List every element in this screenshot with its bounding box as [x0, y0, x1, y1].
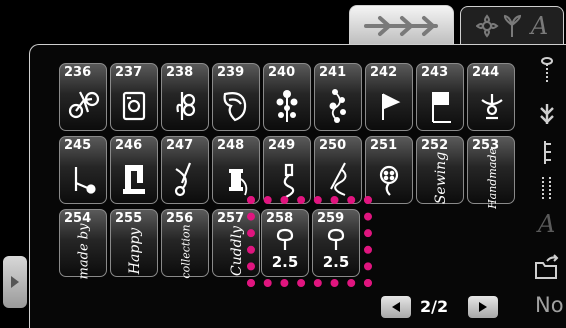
stitch-key-251[interactable]: 251	[365, 136, 413, 204]
script-text: Sewing	[433, 151, 450, 205]
arrow-stitch-icon[interactable]	[535, 100, 559, 128]
selection-highlight	[247, 196, 372, 287]
stitch-key-255[interactable]: 255 Happy	[110, 209, 158, 277]
stitch-key-236[interactable]: 236	[59, 63, 107, 131]
tab-stitch-patterns[interactable]	[349, 5, 454, 46]
stitch-number: 249	[268, 138, 296, 153]
sewing-machine-icon	[123, 165, 145, 194]
stitch-number: 246	[115, 138, 143, 153]
flag-icon	[432, 92, 451, 123]
tab-letter-label: A	[530, 12, 549, 40]
stitch-key-250[interactable]: 250	[314, 136, 362, 204]
no-label[interactable]: No	[535, 293, 564, 317]
dotted-stitch-icon[interactable]	[535, 174, 559, 202]
stitch-number: 241	[319, 65, 347, 80]
script-text: collection	[179, 223, 193, 279]
stitch-number: 248	[217, 138, 245, 153]
thread-spool-icon	[229, 169, 248, 196]
triangle-right-icon	[479, 302, 487, 312]
stitch-key-244[interactable]: 244	[467, 63, 515, 131]
stitch-number: 257	[217, 211, 245, 226]
triangle-left-icon	[392, 302, 400, 312]
stitch-key-247[interactable]: 247	[161, 136, 209, 204]
bar-stitch-icon[interactable]	[535, 56, 559, 84]
stitch-key-245[interactable]: 245	[59, 136, 107, 204]
stitch-number: 238	[166, 65, 194, 80]
flag-pin-icon	[382, 93, 401, 120]
stitch-number: 244	[472, 65, 500, 80]
script-text: Handmade	[485, 147, 499, 209]
stitch-key-239[interactable]: 239	[212, 63, 260, 131]
tab-character-decorative[interactable]: A	[460, 6, 564, 45]
stitch-key-240[interactable]: 240	[263, 63, 311, 131]
wing-icon	[223, 92, 247, 122]
stitch-key-238[interactable]: 238	[161, 63, 209, 131]
stitch-key-254[interactable]: 254 made by	[59, 209, 107, 279]
stitch-number: 243	[421, 65, 449, 80]
page-indicator: 2/2	[420, 297, 449, 316]
flower-leaf-icon	[475, 14, 521, 38]
stitch-number: 236	[64, 65, 92, 80]
stitch-key-246[interactable]: 246	[110, 136, 158, 204]
scissors-icon	[174, 162, 192, 197]
stitch-key-253[interactable]: 253 Handmade	[467, 136, 515, 209]
ladder-stitch-icon[interactable]	[535, 138, 559, 166]
stitch-key-249[interactable]: 249	[263, 136, 311, 204]
bicycle-icon	[68, 91, 100, 119]
flower-icon	[176, 92, 196, 120]
prev-page-button[interactable]	[381, 296, 411, 318]
stitch-number: 251	[370, 138, 398, 153]
stitch-key-242[interactable]: 242	[365, 63, 413, 131]
stitch-number: 240	[268, 65, 296, 80]
stitch-number: 255	[115, 211, 143, 226]
script-text: Happy	[127, 227, 144, 275]
stitch-number: 245	[64, 138, 92, 153]
stitch-number: 242	[370, 65, 398, 80]
thread-needle-icon	[283, 163, 295, 198]
vine-motif-icon	[329, 89, 346, 123]
next-page-button[interactable]	[468, 296, 498, 318]
stitch-key-256[interactable]: 256 collection	[161, 209, 209, 279]
button-icon	[379, 165, 399, 196]
stitch-number: 237	[115, 65, 143, 80]
script-text: made by	[76, 223, 92, 279]
chevron-right-icon	[11, 276, 19, 288]
stitch-key-243[interactable]: 243	[416, 63, 464, 131]
expand-side-tab[interactable]	[3, 256, 27, 308]
letter-a-icon[interactable]: A	[538, 210, 555, 238]
stitch-key-241[interactable]: 241	[314, 63, 362, 131]
stitch-number: 247	[166, 138, 194, 153]
anchor-icon	[481, 94, 503, 120]
stitch-key-252[interactable]: 252 Sewing	[416, 136, 464, 204]
folder-open-icon[interactable]	[533, 254, 561, 282]
stitch-key-237[interactable]: 237	[110, 63, 158, 131]
stitch-number: 252	[421, 138, 449, 153]
needle-thread-icon	[330, 162, 347, 196]
stitch-key-248[interactable]: 248	[212, 136, 260, 204]
pin-icon	[74, 167, 96, 194]
flower-motif-icon	[276, 90, 298, 122]
stitch-number: 239	[217, 65, 245, 80]
camera-icon	[122, 91, 146, 121]
three-arrows-icon	[363, 16, 438, 36]
stitch-number: 250	[319, 138, 347, 153]
